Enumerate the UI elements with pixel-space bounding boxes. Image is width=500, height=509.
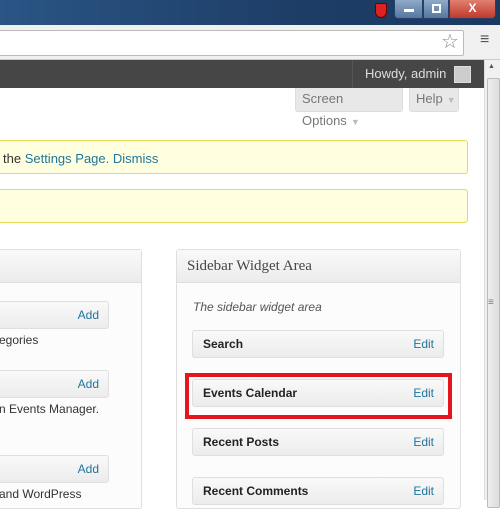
scrollbar-thumb[interactable] [487,78,500,508]
close-button[interactable]: X [449,0,496,19]
widget-recent-posts[interactable]: Recent Posts Edit [192,428,444,456]
settings-notice: the Settings Page. Dismiss [0,140,468,174]
available-widget[interactable]: Add [0,301,109,329]
dismiss-link[interactable]: Dismiss [113,151,159,166]
highlight-box [185,373,452,419]
edit-link[interactable]: Edit [413,478,434,504]
available-widget[interactable]: Add [0,370,109,398]
widget-title: Search [203,337,244,351]
scrollbar[interactable]: ▲ ≡ [484,60,500,508]
extension-shield-icon[interactable] [375,3,387,18]
panel-title: Sidebar Widget Area [187,258,312,274]
notice-empty [0,189,468,223]
add-link[interactable]: Add [78,371,99,397]
minimize-button[interactable] [394,0,423,19]
edit-link[interactable]: Edit [413,429,434,455]
add-link[interactable]: Add [78,456,99,482]
dropdown-arrow-icon: ▼ [446,95,456,105]
panel-description: The sidebar widget area [193,300,322,314]
help-label: Help [416,91,443,106]
bookmark-star-icon[interactable]: ☆ [441,29,459,54]
minimize-icon [404,9,414,12]
browser-toolbar: ☆ ≡ [0,25,500,60]
avatar[interactable] [454,66,471,83]
dropdown-arrow-icon: ▼ [350,117,360,127]
widget-title: Recent Comments [203,484,309,498]
available-widget[interactable]: Add [0,455,109,483]
settings-page-link[interactable]: Settings Page. [25,151,110,166]
browser-menu-icon[interactable]: ≡ [480,32,489,48]
widget-title: Recent Posts [203,435,280,449]
widget-recent-comments[interactable]: Recent Comments Edit [192,477,444,505]
notice-text: the [3,151,25,166]
widget-description: and WordPress [0,487,82,501]
greeting: Howdy, admin [365,66,447,81]
grip-icon: ≡ [488,297,494,308]
screen-options-label: Screen Options [302,91,347,128]
restore-button[interactable] [423,0,449,19]
available-widgets-panel: Add egories Add n Events Manager. Add an… [0,249,142,509]
screen-options-button[interactable]: Screen Options ▼ [295,88,403,128]
address-bar[interactable] [0,30,464,56]
add-link[interactable]: Add [78,302,99,328]
edit-link[interactable]: Edit [413,331,434,357]
panel-header[interactable]: Sidebar Widget Area [177,250,460,283]
restore-icon [432,4,441,13]
widget-description: n Events Manager. [0,402,100,416]
widget-description: egories [0,333,39,347]
scroll-up-icon[interactable]: ▲ [488,63,495,70]
help-button[interactable]: Help ▼ [409,88,459,112]
wp-admin-bar: Howdy, admin [0,60,484,88]
panel-header [0,250,141,283]
window-titlebar: X [0,0,500,25]
widget-search[interactable]: Search Edit [192,330,444,358]
